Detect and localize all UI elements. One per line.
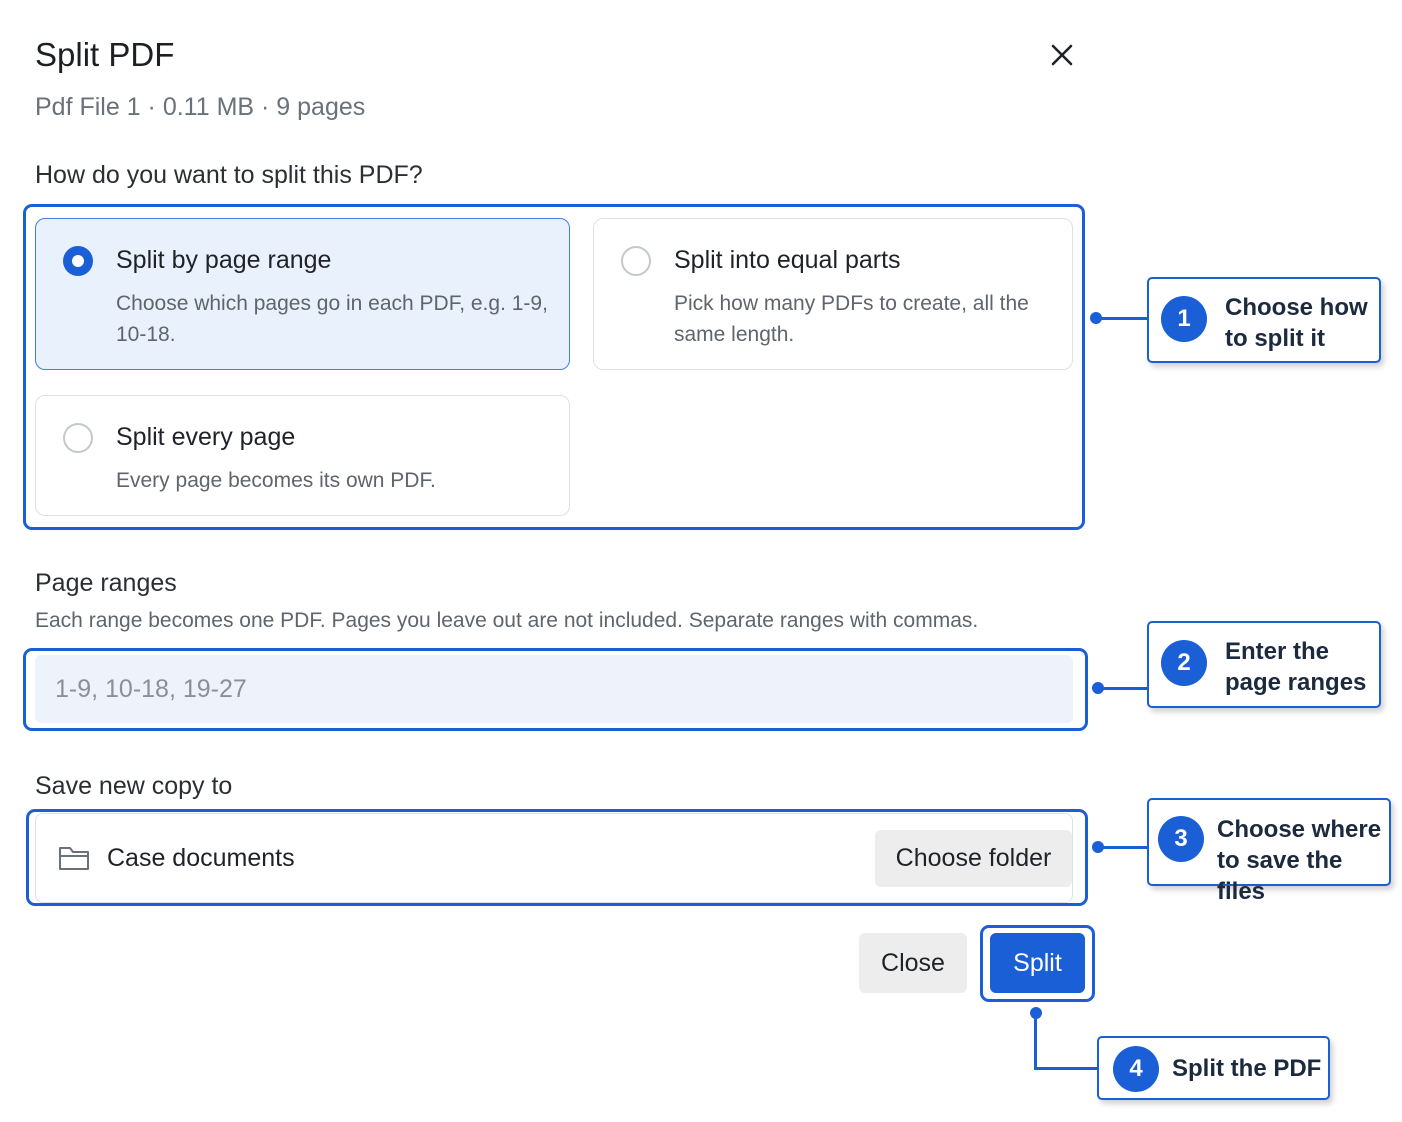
connector-line — [1034, 1067, 1098, 1070]
step-badge: 4 — [1113, 1046, 1159, 1092]
callout-text: Enter the — [1225, 638, 1330, 665]
folder-icon — [57, 843, 91, 873]
connector-line — [1098, 846, 1148, 849]
option-description: Choose which pages go in each PDF, e.g. … — [116, 292, 548, 346]
dialog-title: Split PDF — [35, 36, 175, 73]
callout-choose-where: 3 Choose where to save the files — [1147, 798, 1391, 905]
page-ranges-help: Each range becomes one PDF. Pages you le… — [35, 609, 979, 632]
step-badge: 3 — [1158, 816, 1204, 862]
split-button[interactable]: Split — [990, 933, 1085, 993]
callout-text: to save the files — [1217, 847, 1343, 905]
radio-empty-icon[interactable] — [621, 246, 651, 276]
page-ranges-input[interactable] — [35, 655, 1073, 723]
choose-folder-button[interactable]: Choose folder — [875, 830, 1072, 887]
split-mode-question: How do you want to split this PDF? — [35, 161, 423, 189]
callout-text: Split the PDF — [1172, 1055, 1322, 1082]
radio-selected-icon[interactable] — [63, 246, 93, 276]
option-description: Every page becomes its own PDF. — [116, 469, 436, 492]
step-badge: 1 — [1161, 296, 1207, 342]
option-description: Pick how many PDFs to create, all the sa… — [674, 292, 1029, 346]
option-title: Split every page — [116, 423, 296, 451]
callout-text: to split it — [1225, 325, 1325, 352]
file-info: Pdf File 1 · 0.11 MB · 9 pages — [35, 93, 366, 121]
option-split-by-page-range[interactable]: Split by page range Choose which pages g… — [35, 218, 570, 370]
connector-line — [1034, 1012, 1037, 1070]
option-title: Split into equal parts — [674, 246, 901, 274]
option-title: Split by page range — [116, 246, 332, 274]
callout-text: Choose how — [1225, 294, 1368, 321]
radio-empty-icon[interactable] — [63, 423, 93, 453]
callout-split-pdf: 4 Split the PDF — [1097, 1036, 1330, 1100]
option-split-every-page[interactable]: Split every page Every page becomes its … — [35, 395, 570, 516]
close-button[interactable]: Close — [859, 933, 967, 993]
close-icon[interactable] — [1044, 38, 1080, 74]
save-location-label: Save new copy to — [35, 772, 233, 800]
step-badge: 2 — [1161, 640, 1207, 686]
callout-text: Choose where — [1217, 816, 1382, 843]
option-split-into-equal-parts[interactable]: Split into equal parts Pick how many PDF… — [593, 218, 1073, 370]
callout-enter-ranges: 2 Enter the page ranges — [1147, 621, 1381, 708]
folder-name: Case documents — [107, 844, 295, 872]
connector-line — [1096, 317, 1148, 320]
connector-line — [1098, 687, 1148, 690]
callout-text: page ranges — [1225, 669, 1367, 696]
callout-choose-how: 1 Choose how to split it — [1147, 277, 1381, 363]
page-ranges-label: Page ranges — [35, 569, 177, 597]
